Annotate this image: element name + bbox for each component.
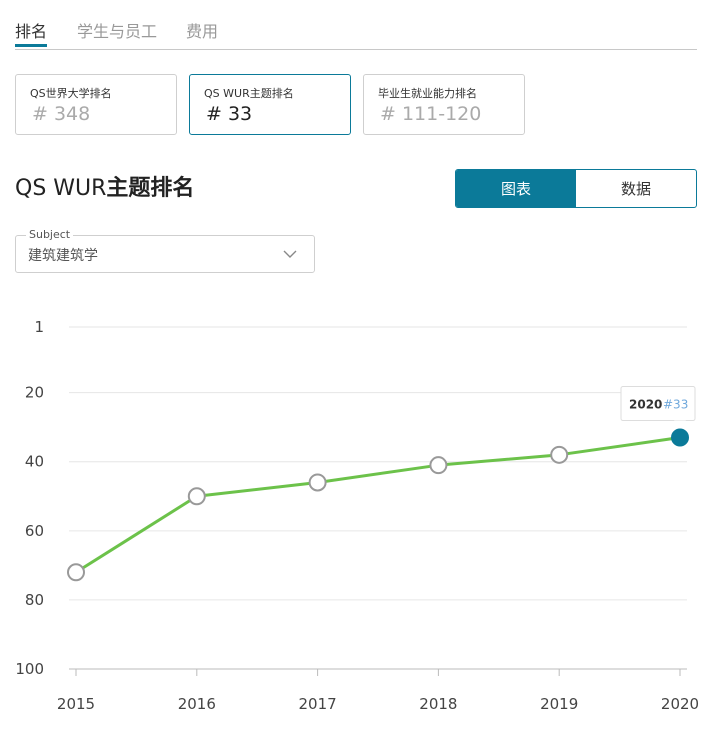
x-tick-label: 2018 [419, 695, 457, 713]
y-tick-label: 100 [15, 660, 44, 678]
tab-students-staff[interactable]: 学生与员工 [77, 18, 157, 42]
rank-card-label: 毕业生就业能力排名 [378, 87, 477, 100]
rank-card-subject[interactable]: QS WUR主题排名 # 33 [189, 74, 351, 135]
data-point [429, 456, 448, 475]
tab-bar: 排名 学生与员工 费用 [15, 0, 697, 50]
rank-card-value: # 33 [206, 103, 253, 125]
series-line [75, 436, 681, 574]
subject-select[interactable]: Subject 建筑建筑学 [15, 228, 315, 273]
rank-card-label: QS世界大学排名 [30, 87, 112, 100]
data-point [67, 563, 85, 582]
view-toggle: 图表 数据 [455, 169, 697, 208]
subject-select-value: 建筑建筑学 [28, 248, 98, 264]
y-tick-label: 1 [34, 318, 44, 336]
subject-select-legend: Subject [26, 228, 74, 241]
x-tick-label: 2017 [299, 695, 337, 713]
page-title-prefix: QS WUR [15, 176, 107, 201]
data-point [187, 487, 206, 506]
rank-card-value: # 348 [32, 103, 91, 125]
rank-line-chart: 1 20 40 60 80 100 2015 2016 2017 2018 2019 2020 2020… [15, 318, 699, 713]
rank-card-value: # 111-120 [380, 103, 482, 125]
data-point [308, 473, 327, 492]
chevron-down-icon [283, 250, 297, 258]
rank-card-employability[interactable]: 毕业生就业能力排名 # 111-120 [363, 74, 525, 135]
x-tick-label: 2019 [540, 695, 578, 713]
y-tick-label: 60 [25, 522, 44, 540]
tab-ranking[interactable]: 排名 [15, 18, 47, 42]
y-tick-label: 20 [25, 384, 44, 402]
active-tab-indicator [15, 44, 47, 47]
y-tick-label: 80 [25, 591, 44, 609]
tooltip-year: 2020 [629, 398, 662, 412]
rank-card-label: QS WUR主题排名 [204, 87, 294, 100]
page-title-bold: 主题排名 [106, 176, 195, 201]
tooltip-rank: #33 [663, 398, 688, 412]
x-tick-label: 2016 [178, 695, 216, 713]
x-tick-label: 2020 [661, 695, 699, 713]
page-title: QS WUR主题排名 [15, 170, 194, 202]
highlight-point [671, 428, 689, 447]
rank-card-world-university[interactable]: QS世界大学排名 # 348 [15, 74, 177, 135]
data-view-button[interactable]: 数据 [576, 170, 696, 207]
x-tick-label: 2015 [57, 695, 95, 713]
tab-fees[interactable]: 费用 [186, 18, 218, 42]
tooltip-arrow [674, 420, 686, 428]
data-point [550, 445, 569, 464]
chart-view-button[interactable]: 图表 [456, 170, 576, 207]
y-tick-label: 40 [25, 453, 44, 471]
